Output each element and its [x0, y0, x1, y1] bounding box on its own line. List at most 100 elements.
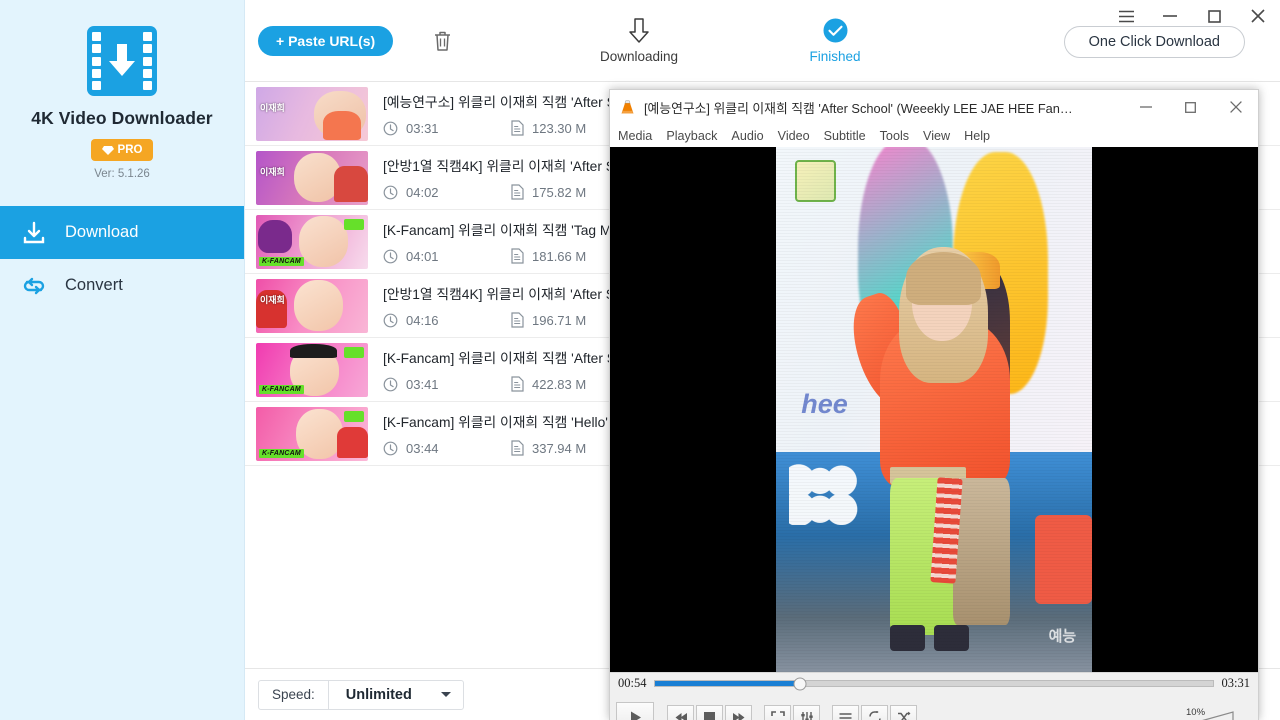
- trash-icon[interactable]: [429, 27, 455, 55]
- extended-settings-button[interactable]: [793, 704, 820, 720]
- vlc-menu-help[interactable]: Help: [964, 129, 990, 143]
- speed-selector[interactable]: Speed: Unlimited: [258, 679, 464, 710]
- camera-badge-icon: [344, 346, 364, 358]
- sidebar-nav: Download Convert: [0, 206, 244, 312]
- vlc-control-bar: 10%: [610, 694, 1258, 720]
- vlc-seek-bar[interactable]: 00:54 03:31: [610, 672, 1258, 694]
- volume-slider[interactable]: 10%: [1163, 707, 1235, 720]
- clock-icon: [383, 121, 398, 135]
- paste-urls-button[interactable]: + Paste URL(s): [258, 26, 394, 56]
- video-thumbnail: 이재희: [256, 150, 368, 205]
- vlc-menu-media[interactable]: Media: [618, 129, 652, 143]
- vlc-menu-playback[interactable]: Playback: [666, 129, 717, 143]
- video-thumbnail: K-FANCAM: [256, 342, 368, 397]
- pro-badge-label: PRO: [117, 144, 143, 156]
- size-value: 196.71 M: [532, 312, 587, 328]
- download-icon: [18, 217, 50, 249]
- thumbnail-tag: K-FANCAM: [259, 256, 304, 266]
- file-icon: [511, 376, 524, 392]
- vlc-cone-icon: [621, 99, 634, 113]
- speed-value[interactable]: Unlimited: [329, 681, 463, 709]
- convert-icon: [18, 270, 50, 302]
- loop-button[interactable]: [861, 704, 888, 720]
- dancer-pants: [952, 477, 1010, 625]
- clock-icon: [383, 377, 398, 391]
- clock-icon: [383, 313, 398, 327]
- version-label: Ver: 5.1.26: [94, 168, 150, 180]
- vlc-menu-view[interactable]: View: [923, 129, 950, 143]
- playlist-button[interactable]: [832, 704, 859, 720]
- duration-cell: 03:31: [383, 121, 511, 136]
- camera-badge-icon: [344, 410, 364, 422]
- speed-value-text: Unlimited: [345, 686, 412, 703]
- duration-cell: 04:02: [383, 185, 511, 200]
- clock-icon: [383, 249, 398, 263]
- vlc-menu-tools[interactable]: Tools: [880, 129, 909, 143]
- vlc-title-text: [예능연구소] 위클리 이재희 직캠 'After School' (Weeek…: [644, 100, 1073, 116]
- seek-track[interactable]: [654, 677, 1214, 690]
- speed-label: Speed:: [259, 680, 329, 709]
- vlc-window[interactable]: [예능연구소] 위클리 이재희 직캠 'After School' (Weeek…: [609, 89, 1259, 720]
- performer-hair-top: [905, 252, 982, 305]
- size-value: 422.83 M: [532, 376, 587, 392]
- video-watermark: 예능: [1048, 627, 1077, 645]
- vlc-close-button[interactable]: [1213, 90, 1258, 124]
- sidebar-item-download[interactable]: Download: [0, 206, 244, 259]
- vlc-menu-video[interactable]: Video: [778, 129, 810, 143]
- vlc-minimize-button[interactable]: [1123, 90, 1168, 124]
- tab-downloading[interactable]: Downloading: [585, 14, 693, 64]
- vlc-menu-subtitle[interactable]: Subtitle: [824, 129, 866, 143]
- stage-chair-right: [1035, 514, 1092, 604]
- broadcast-logo: [794, 160, 837, 203]
- next-button[interactable]: [725, 704, 752, 720]
- status-tabs: Downloading Finished: [585, 14, 889, 64]
- random-button[interactable]: [890, 704, 917, 720]
- chevron-down-icon: [440, 691, 451, 697]
- app-logo-icon: [87, 26, 157, 96]
- seek-fill: [655, 681, 801, 686]
- vlc-video-surface[interactable]: hee 예능: [610, 147, 1258, 672]
- volume-control[interactable]: 10%: [1146, 707, 1248, 720]
- total-time: 03:31: [1221, 676, 1250, 690]
- fullscreen-button[interactable]: [764, 704, 791, 720]
- file-icon: [511, 440, 524, 456]
- previous-button[interactable]: [667, 704, 694, 720]
- clock-icon: [383, 185, 398, 199]
- vlc-maximize-button[interactable]: [1168, 90, 1213, 124]
- sidebar-item-convert-label: Convert: [65, 276, 123, 294]
- app-title: 4K Video Downloader: [31, 108, 213, 128]
- thumbnail-overlay-text: 이재희: [260, 166, 285, 177]
- tab-finished[interactable]: Finished: [781, 14, 889, 64]
- toolbar: + Paste URL(s) Downloading Finished One …: [245, 0, 1280, 82]
- diamond-icon: [101, 145, 114, 155]
- tab-downloading-label: Downloading: [599, 49, 679, 64]
- duration-value: 03:44: [406, 440, 439, 456]
- vlc-menubar[interactable]: Media Playback Audio Video Subtitle Tool…: [610, 124, 1258, 147]
- play-button[interactable]: [616, 701, 654, 720]
- down-arrow-outline-icon: [585, 14, 693, 47]
- download-arrow-icon: [109, 44, 135, 76]
- sidebar-item-download-label: Download: [65, 223, 139, 241]
- one-click-download-button[interactable]: One Click Download: [1063, 26, 1245, 58]
- size-value: 337.94 M: [532, 440, 587, 456]
- camera-badge-icon: [344, 218, 364, 230]
- duration-value: 03:41: [406, 376, 439, 392]
- file-icon: [511, 312, 524, 328]
- pro-badge: PRO: [91, 139, 153, 161]
- video-frame: hee 예능: [776, 147, 1092, 672]
- performer-shoe-right: [934, 624, 969, 651]
- duration-value: 03:31: [406, 120, 439, 136]
- transport-group: [667, 704, 752, 720]
- vlc-menu-audio[interactable]: Audio: [731, 129, 763, 143]
- file-icon: [511, 184, 524, 200]
- video-thumbnail: 이재희: [256, 278, 368, 333]
- volume-percent: 10%: [1186, 707, 1206, 718]
- seek-handle[interactable]: [793, 677, 807, 690]
- sidebar-item-convert[interactable]: Convert: [0, 259, 244, 312]
- vlc-titlebar[interactable]: [예능연구소] 위클리 이재희 직캠 'After School' (Weeek…: [610, 90, 1258, 124]
- view-group: [764, 704, 820, 720]
- elapsed-time: 00:54: [618, 676, 647, 690]
- sidebar: 4K Video Downloader PRO Ver: 5.1.26 Down…: [0, 0, 245, 720]
- stop-button[interactable]: [696, 704, 723, 720]
- file-icon: [511, 120, 524, 136]
